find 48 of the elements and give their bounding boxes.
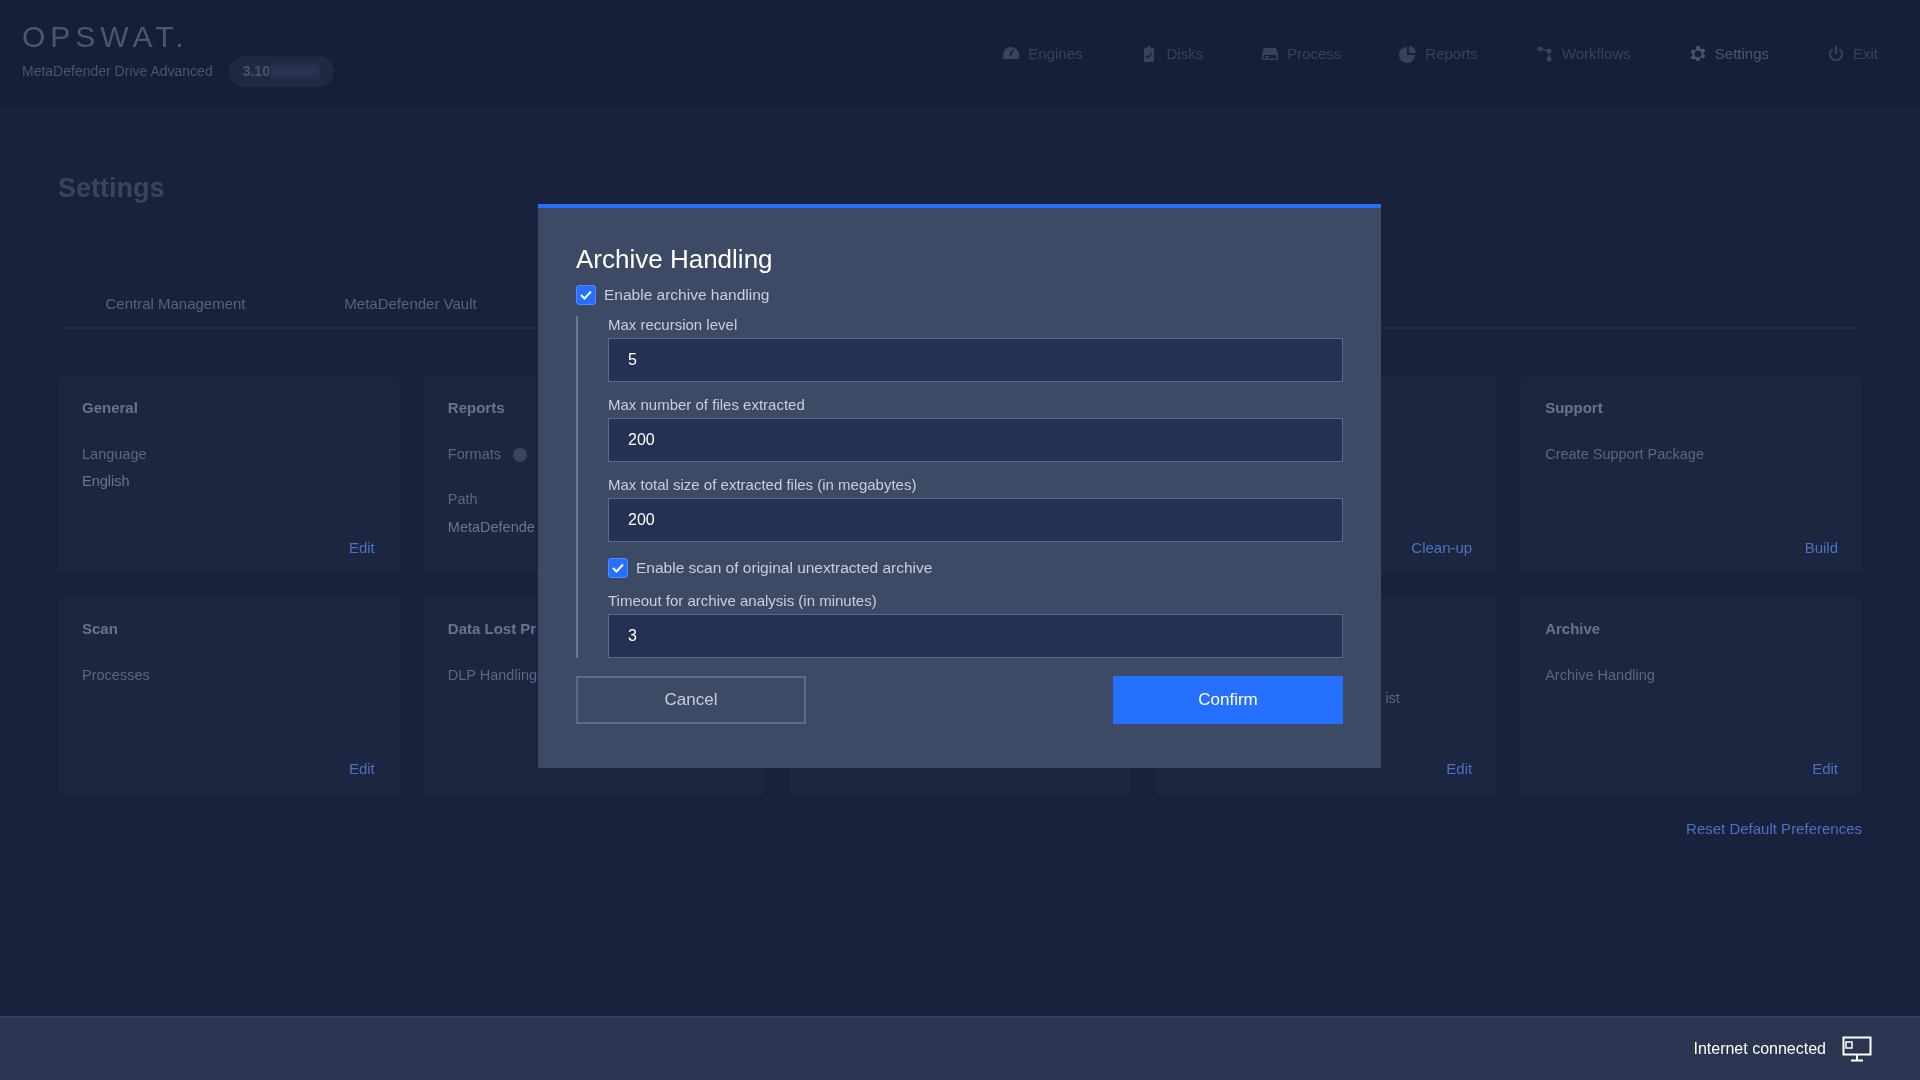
card-title: Scan	[82, 619, 118, 639]
field-label: Timeout for archive analysis (in minutes)	[608, 591, 878, 610]
checkbox-label: Enable scan of original unextracted archive	[636, 558, 933, 579]
setting-label: Path	[447, 490, 478, 510]
setting-label: Create Support Package	[1545, 444, 1704, 464]
reset-preferences-link[interactable]: Reset Default Preferences	[1686, 818, 1862, 841]
input-field[interactable]: 3	[608, 613, 1343, 658]
card-title: Support	[1545, 398, 1603, 418]
monitor-icon	[1842, 1036, 1872, 1062]
dialog-title: Archive Handling	[576, 244, 774, 276]
card-title: General	[82, 398, 138, 418]
checkbox[interactable]	[576, 284, 596, 305]
checkbox-label: Enable archive handling	[604, 285, 770, 306]
card-title: Reports	[447, 398, 505, 418]
tab[interactable]: MetaDefender Vault	[293, 292, 528, 329]
power-icon	[1827, 45, 1845, 63]
checkbox[interactable]	[608, 558, 628, 579]
nodes-icon	[1535, 45, 1554, 63]
card-title: Archive	[1545, 619, 1601, 639]
card-title: Data Lost Pr	[447, 619, 537, 639]
setting-label: Archive Handling	[1545, 665, 1655, 685]
card-action-link[interactable]: Edit	[348, 757, 375, 780]
drive-icon	[1261, 45, 1280, 63]
connection-status: Internet connected	[1693, 1039, 1826, 1059]
setting-value: MetaDefende	[447, 518, 535, 537]
cancel-button[interactable]: Cancel	[576, 675, 806, 724]
card-action-link[interactable]: Build	[1804, 536, 1838, 559]
card-action-link[interactable]: Edit	[1812, 757, 1838, 780]
field-label: Max number of files extracted	[608, 396, 806, 415]
setting-label: Language	[82, 444, 147, 464]
field-label: Max total size of extracted files (in megabytes)	[608, 476, 918, 495]
tab[interactable]: Central Management	[58, 292, 293, 329]
card-action-link[interactable]: Edit	[1446, 757, 1473, 780]
field-label: Max recursion level	[608, 316, 739, 335]
input-field[interactable]: 5	[608, 338, 1343, 383]
card-action-link[interactable]: Edit	[348, 536, 375, 559]
setting-label: DLP Handling	[447, 665, 537, 685]
pie-chart-icon	[1399, 45, 1418, 63]
input-field[interactable]: 200	[608, 498, 1343, 543]
input-field[interactable]: 200	[608, 418, 1343, 463]
setting-value: English	[82, 472, 130, 492]
setting-label: Processes	[82, 665, 150, 685]
confirm-button[interactable]: Confirm	[1113, 675, 1343, 724]
setting-label: Formats	[447, 445, 501, 462]
setting-label: ist	[1385, 689, 1400, 708]
info-icon	[512, 447, 527, 462]
settings-icon	[1688, 45, 1707, 63]
card-action-link[interactable]: Clean-up	[1411, 536, 1473, 559]
